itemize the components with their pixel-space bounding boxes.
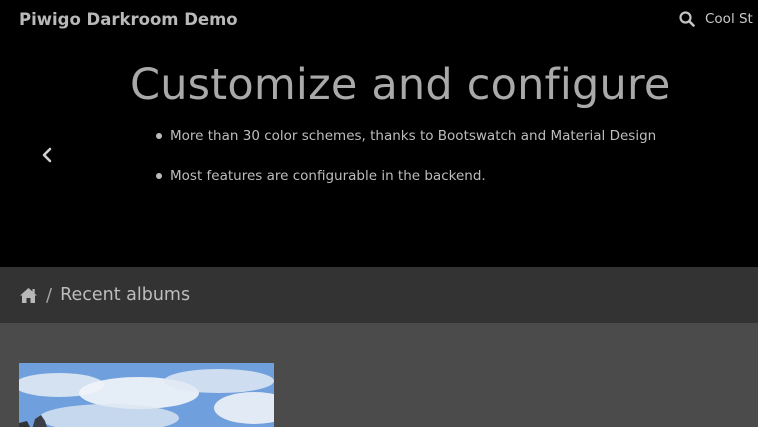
carousel-prev-button[interactable] — [36, 146, 58, 168]
album-thumbnail[interactable] — [19, 363, 274, 427]
content — [0, 323, 758, 427]
nav-link-cool-stuff[interactable]: Cool St — [705, 11, 753, 27]
search-icon[interactable] — [679, 11, 695, 27]
breadcrumb-current: Recent albums — [60, 285, 191, 305]
carousel-title: Customize and configure — [130, 60, 671, 110]
carousel-bullet: More than 30 color schemes, thanks to Bo… — [156, 126, 656, 146]
breadcrumb: / Recent albums — [0, 267, 758, 323]
carousel-bullets: More than 30 color schemes, thanks to Bo… — [156, 126, 656, 186]
nav-right: Cool St — [679, 11, 753, 27]
chevron-left-icon — [41, 147, 53, 167]
brand-link[interactable]: Piwigo Darkroom Demo — [19, 10, 238, 29]
carousel: Customize and configure More than 30 col… — [0, 42, 758, 267]
carousel-bullet: Most features are configurable in the ba… — [156, 166, 656, 186]
navbar: Piwigo Darkroom Demo Cool St — [0, 0, 758, 42]
page: Piwigo Darkroom Demo Cool St Customize a… — [0, 0, 758, 427]
breadcrumb-separator: / — [46, 284, 53, 306]
home-icon[interactable] — [19, 287, 38, 304]
